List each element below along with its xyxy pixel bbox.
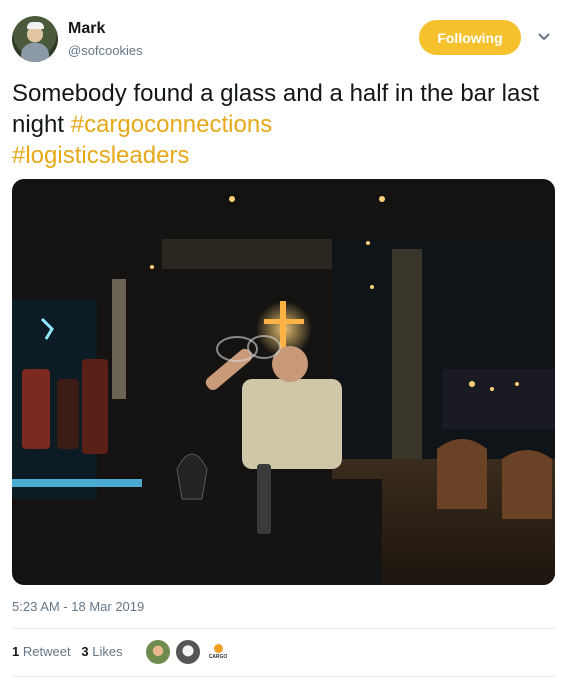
author-name[interactable]: Mark	[68, 20, 105, 38]
liker-avatar[interactable]	[174, 638, 202, 666]
divider	[12, 628, 555, 629]
tweet-timestamp[interactable]: 5:23 AM - 18 Mar 2019	[12, 599, 144, 614]
likes-count[interactable]: 3	[81, 644, 88, 659]
liker-avatars: CARGO	[144, 638, 234, 666]
hashtag-link[interactable]: #logisticsleaders	[12, 142, 189, 169]
tweet-text: Somebody found a glass and a half in the…	[12, 78, 560, 171]
tweet-photo[interactable]	[12, 179, 555, 585]
avatar-cap	[27, 22, 44, 29]
avatar-body	[21, 43, 49, 62]
chevron-down-icon[interactable]	[537, 30, 551, 44]
liker-avatar[interactable]	[144, 638, 172, 666]
author-handle[interactable]: @sofcookies	[68, 43, 143, 58]
hashtag-link[interactable]: #cargoconnections	[71, 111, 272, 138]
tweet-stats: 1 Retweet 3 Likes	[12, 644, 123, 659]
bar-scene-image	[12, 179, 555, 585]
liker-avatar[interactable]: CARGO	[204, 638, 232, 666]
cargo-logo-icon	[213, 644, 223, 653]
divider	[12, 676, 555, 677]
following-button[interactable]: Following	[419, 20, 521, 55]
author-avatar[interactable]	[12, 16, 58, 62]
retweet-label[interactable]: Retweet	[23, 644, 71, 659]
likes-label[interactable]: Likes	[92, 644, 122, 659]
cargo-logo-text: CARGO	[208, 654, 228, 660]
retweet-count[interactable]: 1	[12, 644, 19, 659]
